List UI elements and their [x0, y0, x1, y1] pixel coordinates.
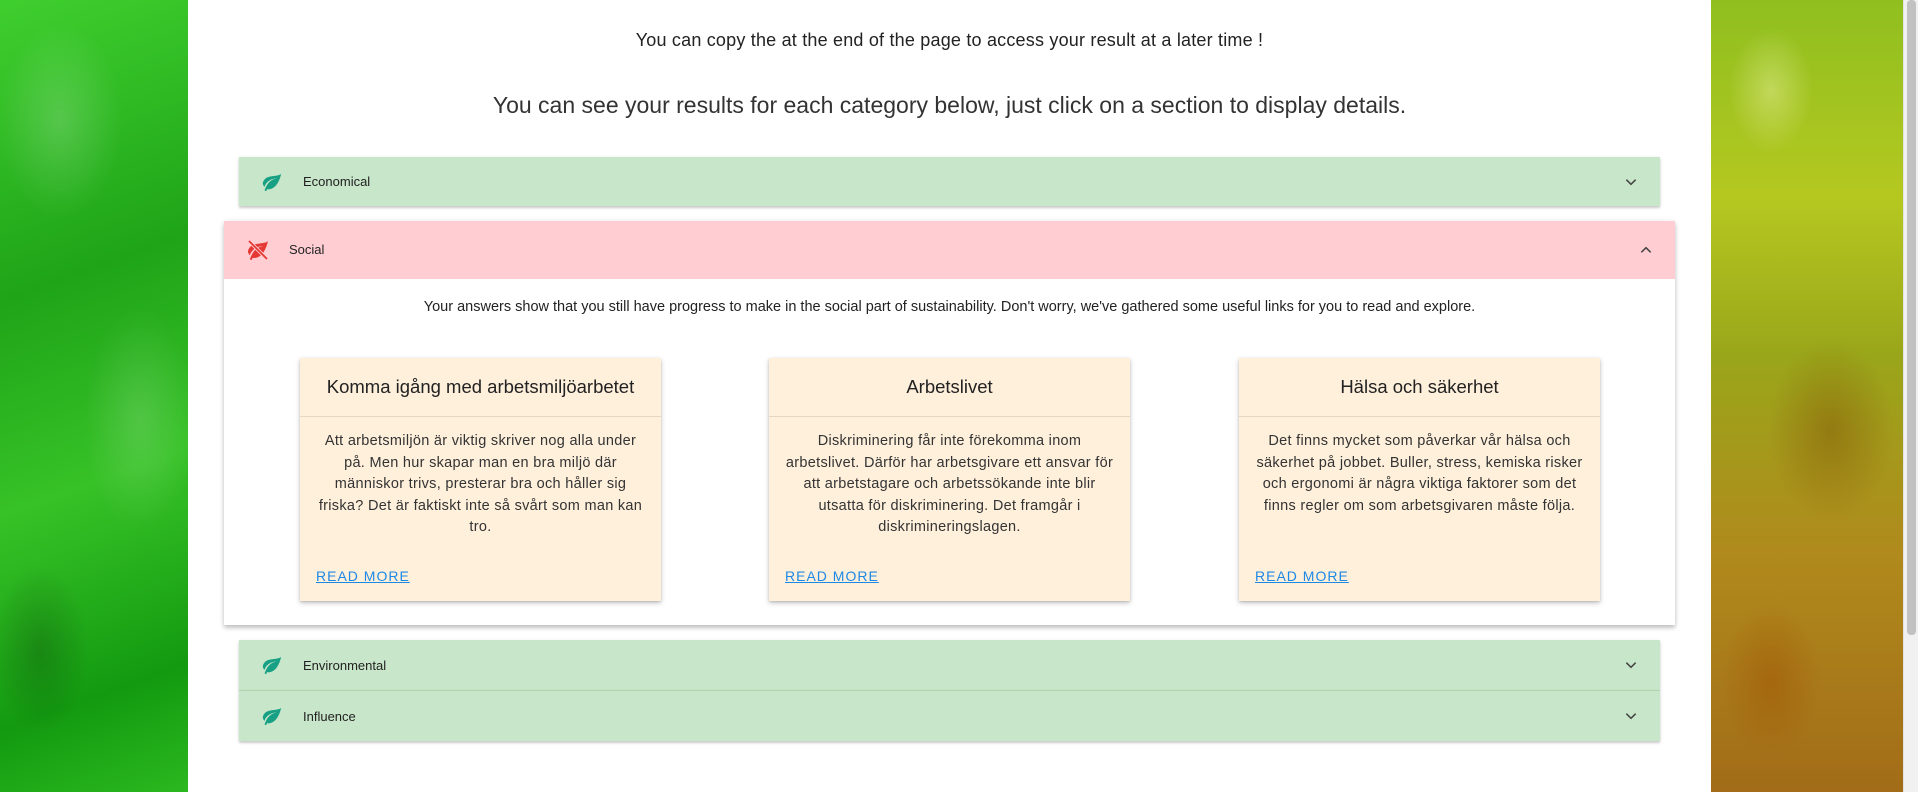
results-page: You can copy the at the end of the page …	[188, 0, 1711, 792]
background-right	[1711, 0, 1903, 792]
resource-card: Komma igång med arbetsmiljöarbetet Att a…	[300, 358, 661, 601]
card-title: Hälsa och säkerhet	[1239, 358, 1600, 417]
panel-social-header[interactable]: Social	[224, 221, 1675, 279]
read-more-link[interactable]: READ MORE	[785, 568, 879, 584]
leaf-icon	[262, 707, 282, 726]
background-left	[0, 0, 190, 792]
leaf-icon	[262, 173, 282, 191]
read-more-link[interactable]: READ MORE	[1255, 568, 1349, 584]
scrollbar-thumb[interactable]	[1907, 0, 1916, 635]
chevron-up-icon[interactable]	[1639, 243, 1653, 257]
resource-card: Arbetslivet Diskriminering får inte före…	[769, 358, 1130, 601]
panel-label: Environmental	[303, 657, 387, 673]
copy-notice: You can copy the at the end of the page …	[635, 30, 1264, 50]
leaf-off-icon	[247, 239, 269, 261]
page-scrollbar[interactable]	[1903, 0, 1918, 792]
card-title: Arbetslivet	[769, 358, 1130, 417]
panel-label: Economical	[303, 174, 371, 189]
chevron-down-icon[interactable]	[1624, 709, 1638, 723]
card-body: Diskriminering får inte förekomma inom a…	[785, 433, 1114, 535]
chevron-down-icon[interactable]	[1624, 658, 1638, 672]
panel-label: Influence	[303, 708, 356, 724]
social-message: Your answers show that you still have pr…	[423, 299, 1476, 315]
panel-environmental[interactable]: Environmental	[239, 640, 1660, 691]
read-more-link[interactable]: READ MORE	[316, 568, 410, 584]
card-title: Komma igång med arbetsmiljöarbetet	[300, 358, 661, 417]
panel-label: Social	[289, 242, 325, 257]
panel-influence[interactable]: Influence	[239, 691, 1660, 741]
panel-social: Social Your answers show that you still …	[224, 221, 1675, 625]
card-body: Att arbetsmiljön är viktig skriver nog a…	[318, 433, 643, 535]
card-body: Det finns mycket som påverkar vår hälsa …	[1256, 433, 1583, 514]
resource-card: Hälsa och säkerhet Det finns mycket som …	[1239, 358, 1600, 601]
results-intro: You can see your results for each catego…	[492, 92, 1407, 118]
panel-economical[interactable]: Economical	[239, 157, 1660, 206]
leaf-icon	[262, 656, 282, 675]
chevron-down-icon[interactable]	[1624, 175, 1638, 189]
